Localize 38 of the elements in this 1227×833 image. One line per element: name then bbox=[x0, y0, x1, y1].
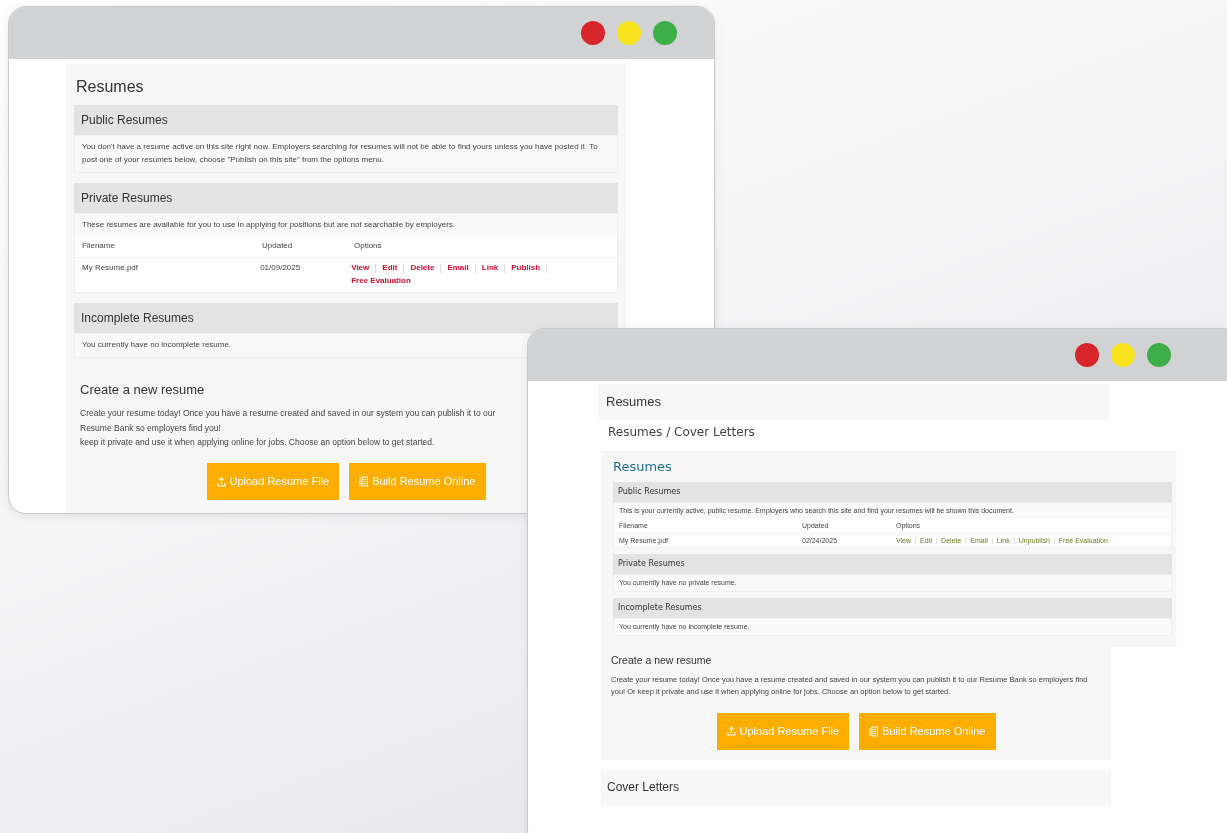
page-title: Resumes bbox=[76, 77, 145, 97]
section-header: Incomplete Resumes bbox=[74, 302, 618, 333]
section-header: Public Resumes bbox=[74, 105, 618, 135]
window-control-icon[interactable] bbox=[1075, 343, 1099, 367]
option-link[interactable]: Free Evaluation bbox=[351, 276, 411, 285]
column-header: Updated bbox=[262, 240, 294, 253]
section-header: Private Resumes bbox=[613, 554, 1172, 575]
section-text: You currently have no incomplete resume. bbox=[82, 338, 233, 351]
section-title: Resumes bbox=[613, 457, 673, 476]
page-title: Resumes bbox=[598, 384, 1109, 420]
section-header: Private Resumes bbox=[74, 182, 618, 213]
create-heading: Create a new resume bbox=[80, 380, 206, 399]
section-header: Incomplete Resumes bbox=[613, 598, 1172, 619]
document-list-icon bbox=[359, 476, 369, 488]
option-link[interactable]: Delete bbox=[410, 263, 435, 273]
column-header: Filename bbox=[82, 240, 116, 253]
column-header: Options bbox=[354, 240, 382, 253]
option-link[interactable]: Link bbox=[481, 263, 499, 273]
document-list-icon bbox=[869, 726, 879, 737]
section-text: These resumes are available for you to use in applying for positions but are not searchable by employers. bbox=[82, 218, 457, 231]
filename-cell-text: My Resume.pdf bbox=[82, 262, 140, 275]
option-link[interactable]: Publish bbox=[511, 263, 541, 273]
date-cell-text: 01/09/2025 bbox=[260, 262, 302, 275]
window-control-icon[interactable] bbox=[581, 21, 605, 45]
create-description: keep it private and use it when applying online for jobs. Choose an option below to get started. bbox=[80, 435, 436, 449]
option-link[interactable]: View bbox=[351, 263, 370, 273]
window-control-icon[interactable] bbox=[653, 21, 677, 45]
upload-icon bbox=[216, 476, 226, 487]
window-control-icon[interactable] bbox=[1147, 343, 1171, 367]
create-heading: Create a new resume bbox=[611, 653, 713, 668]
upload-icon bbox=[726, 726, 736, 737]
section-header: Public Resumes bbox=[613, 482, 1172, 502]
option-link[interactable]: Edit bbox=[382, 263, 398, 273]
breadcrumb: Resumes / Cover Letters bbox=[608, 423, 756, 441]
section-text: You don't have a resume active on this site right now. Employers searching for resumes will not be able to find yours unless you have posted it. To post one of your resumes below, choose "Publish on this site" from the options menu. bbox=[82, 141, 599, 166]
cover-letters-header: Cover Letters bbox=[601, 769, 1111, 806]
create-description: Create your resume today! Once you have a resume created and saved in our system you can publish it to our Resume Bank so employers find you! bbox=[80, 407, 497, 435]
option-link[interactable]: Email bbox=[447, 263, 469, 273]
